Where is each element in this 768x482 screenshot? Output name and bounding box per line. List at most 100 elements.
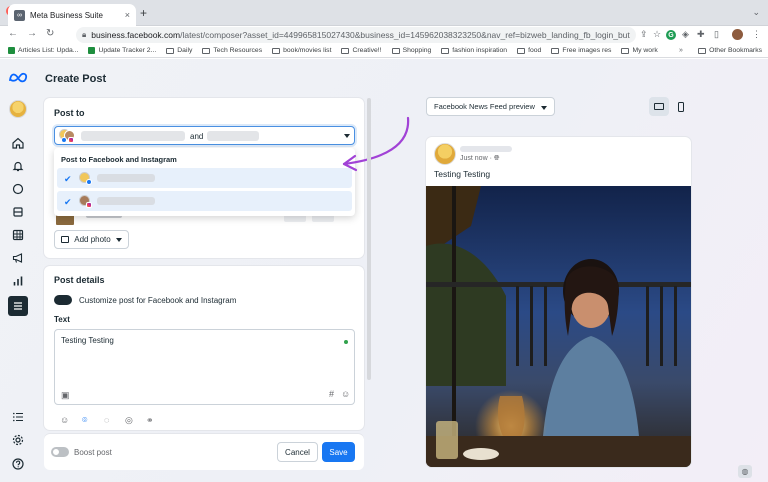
- folder-icon: [698, 47, 707, 54]
- tab-search-chevron-icon[interactable]: ⌄: [752, 7, 760, 18]
- posts-stack-icon[interactable]: [10, 204, 26, 220]
- dropdown-option-instagram[interactable]: ✔: [57, 191, 352, 211]
- facebook-badge-icon: [86, 179, 92, 185]
- bookmark-item[interactable]: Articles List: Upda...: [8, 47, 78, 54]
- facebook-badge-icon: [61, 137, 67, 143]
- folder-icon: [621, 47, 630, 54]
- facebook-post-preview: Just now · 🌐︎ Testing Testing: [426, 137, 691, 467]
- browser-menu-icon[interactable]: ⋮: [752, 29, 761, 40]
- page-avatar[interactable]: [9, 100, 27, 118]
- other-bookmarks[interactable]: Other Bookmarks: [698, 47, 762, 54]
- green-app-icon: [88, 47, 96, 54]
- folder-icon: [441, 47, 450, 54]
- save-button[interactable]: Save: [322, 442, 355, 462]
- preview-placement-select[interactable]: Facebook News Feed preview: [426, 97, 555, 116]
- reload-icon[interactable]: ↻: [46, 28, 54, 39]
- inbox-chat-icon[interactable]: [10, 181, 26, 197]
- phone-icon: [678, 101, 684, 112]
- messenger-icon[interactable]: ◌: [104, 415, 109, 425]
- tab-close-icon[interactable]: ×: [125, 10, 130, 20]
- home-icon[interactable]: [10, 135, 26, 151]
- hashtag-icon[interactable]: #: [329, 389, 334, 399]
- bookmarks-bar: Articles List: Upda... Update Tracker 2.…: [0, 44, 768, 58]
- account-avatars: [59, 129, 75, 143]
- folder-icon: [391, 47, 400, 54]
- bookmark-item[interactable]: Update Tracker 2...: [88, 47, 156, 54]
- address-bar[interactable]: 🔒︎ business.facebook.com/latest/composer…: [76, 27, 636, 43]
- instagram-badge-icon: [86, 202, 92, 208]
- bookmark-item[interactable]: fashion inspiration: [441, 47, 507, 54]
- post-text-area[interactable]: Testing Testing ▣ # ☺: [54, 329, 355, 405]
- post-to-heading: Post to: [54, 108, 85, 118]
- folder-icon: [272, 47, 281, 54]
- insights-chart-icon[interactable]: [10, 273, 26, 289]
- checkmark-icon: ✔: [64, 197, 72, 207]
- redacted-account-name: [97, 197, 155, 205]
- new-tab-button[interactable]: +: [140, 6, 147, 20]
- boost-post-toggle[interactable]: [51, 447, 69, 457]
- green-app-icon: [8, 47, 15, 54]
- customize-toggle[interactable]: [54, 295, 72, 305]
- edit-list-icon[interactable]: [10, 409, 26, 425]
- add-photo-button[interactable]: Add photo: [54, 230, 129, 249]
- cancel-button[interactable]: Cancel: [277, 442, 318, 462]
- location-pin-icon[interactable]: ⌾: [82, 415, 87, 426]
- monitor-icon: [654, 103, 664, 110]
- meta-favicon-icon: ∞: [14, 9, 25, 21]
- forward-icon[interactable]: →: [27, 28, 37, 39]
- folder-icon: [517, 47, 526, 54]
- planner-grid-icon[interactable]: [10, 227, 26, 243]
- share-icon[interactable]: ⇪: [640, 29, 648, 40]
- meta-logo-icon[interactable]: [8, 71, 28, 83]
- emoji-icon[interactable]: ☺: [341, 389, 350, 399]
- chevron-down-icon: [541, 106, 547, 110]
- bookmark-item[interactable]: Shopping: [391, 47, 431, 54]
- sidebar-toggle-icon[interactable]: ▯: [714, 29, 719, 40]
- composer-scrollbar[interactable]: [367, 98, 371, 380]
- mobile-preview-button[interactable]: [671, 97, 691, 116]
- post-to-select[interactable]: and: [54, 126, 355, 145]
- bookmark-item[interactable]: Free images res: [551, 47, 611, 54]
- post-details-heading: Post details: [54, 275, 105, 285]
- preview-post-text: Testing Testing: [434, 169, 491, 179]
- post-text-value: Testing Testing: [61, 336, 114, 345]
- extension-shield-icon[interactable]: ◈: [682, 29, 689, 40]
- image-icon: [61, 236, 70, 243]
- back-icon[interactable]: ←: [8, 28, 18, 39]
- bookmark-item[interactable]: Tech Resources: [202, 47, 262, 54]
- checkmark-icon: ✔: [64, 174, 72, 184]
- redacted-page-name: [460, 146, 512, 152]
- customize-label: Customize post for Facebook and Instagra…: [79, 296, 237, 305]
- dropdown-title: Post to Facebook and Instagram: [61, 155, 177, 164]
- folder-icon: [166, 47, 175, 54]
- all-tools-menu-icon[interactable]: [8, 296, 28, 316]
- instagram-badge-icon: [68, 137, 74, 143]
- feeling-emoji-icon[interactable]: ☺: [60, 415, 69, 425]
- globe-language-icon[interactable]: ◍: [738, 465, 752, 478]
- notifications-bell-icon[interactable]: [10, 158, 26, 174]
- instagram-icon[interactable]: ◎: [125, 415, 133, 426]
- link-icon[interactable]: ⚭: [146, 415, 154, 426]
- profile-avatar[interactable]: [732, 29, 743, 40]
- bookmark-item[interactable]: Daily: [166, 47, 192, 54]
- help-question-icon[interactable]: [10, 456, 26, 472]
- accounts-joiner: and: [190, 132, 204, 141]
- bookmarks-overflow-button[interactable]: »: [679, 47, 683, 54]
- globe-icon: 🌐︎: [493, 155, 500, 162]
- text-field-label: Text: [54, 315, 70, 324]
- page-title: Create Post: [45, 73, 107, 85]
- extensions-puzzle-icon[interactable]: ✚: [697, 29, 705, 40]
- ads-megaphone-icon[interactable]: [10, 250, 26, 266]
- browser-tab[interactable]: ∞ Meta Business Suite ×: [8, 4, 136, 26]
- desktop-preview-button[interactable]: [649, 97, 669, 116]
- settings-gear-icon[interactable]: [10, 432, 26, 448]
- folder-icon: [551, 47, 560, 54]
- attach-image-icon[interactable]: ▣: [61, 390, 70, 401]
- bookmark-item[interactable]: book/movies list: [272, 47, 331, 54]
- grammarly-extension-icon[interactable]: G: [666, 30, 676, 40]
- dropdown-option-facebook[interactable]: ✔: [57, 168, 352, 188]
- bookmark-star-icon[interactable]: ☆: [653, 29, 661, 40]
- bookmark-item[interactable]: My work: [621, 47, 658, 54]
- bookmark-item[interactable]: food: [517, 47, 541, 54]
- bookmark-item[interactable]: Creative!!: [341, 47, 382, 54]
